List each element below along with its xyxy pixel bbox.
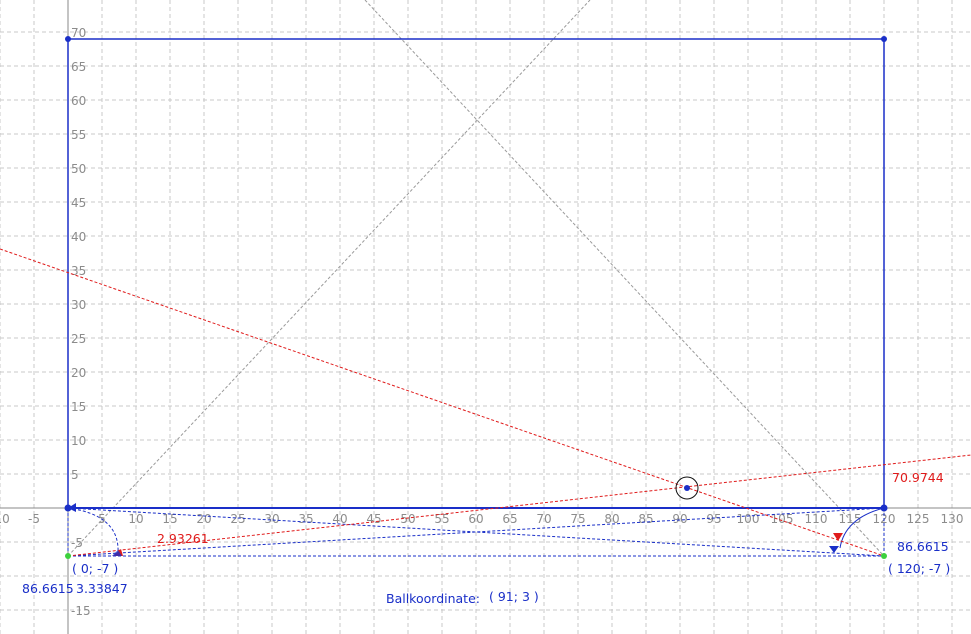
x-tick-label: 125 <box>907 512 930 526</box>
y-tick-label: 15 <box>71 400 86 414</box>
y-tick-label: 65 <box>71 60 86 74</box>
label-point-right: ( 120; -7 ) <box>888 561 950 576</box>
grid <box>0 0 971 634</box>
y-tick-label: 20 <box>71 366 86 380</box>
y-tick-label: 35 <box>71 264 86 278</box>
y-tick-label: 10 <box>71 434 86 448</box>
label-angle-right-red: 70.9744 <box>892 470 944 485</box>
y-tick-label: 45 <box>71 196 86 210</box>
x-tick-label: -5 <box>28 512 40 526</box>
x-tick-label: 10 <box>128 512 143 526</box>
y-tick-label: 5 <box>71 468 79 482</box>
x-tick-label: 60 <box>468 512 483 526</box>
x-tick-label: 90 <box>672 512 687 526</box>
y-tick-label: 55 <box>71 128 86 142</box>
field-corner-bottom-right[interactable] <box>880 504 888 512</box>
y-tick-label: 60 <box>71 94 86 108</box>
x-tick-label: 75 <box>570 512 585 526</box>
field-corner-top-left[interactable] <box>65 36 71 42</box>
label-angle-left-red: 2.93261 <box>157 531 209 546</box>
x-tick-label: -10 <box>0 512 10 526</box>
x-tick-label: 25 <box>230 512 245 526</box>
diagonal-line-1 <box>67 0 591 557</box>
angle-marker-right-red <box>833 533 843 541</box>
y-tick-label: 40 <box>71 230 86 244</box>
tick-labels: -10-551015202530354045505560657075808590… <box>0 26 963 618</box>
y-tick-label: 30 <box>71 298 86 312</box>
x-tick-label: 20 <box>196 512 211 526</box>
x-tick-label: 85 <box>638 512 653 526</box>
x-tick-label: 110 <box>805 512 828 526</box>
label-angle-left-blue: 86.6615 <box>22 581 74 596</box>
x-tick-label: 35 <box>298 512 313 526</box>
y-tick-label: -5 <box>71 536 83 550</box>
axes <box>0 0 971 634</box>
x-tick-label: 30 <box>264 512 279 526</box>
field-corner-bottom-left[interactable] <box>64 504 72 512</box>
angle-marker-right-blue <box>829 546 839 553</box>
ball-coordinate-caption: Ballkoordinate: <box>386 591 480 606</box>
ball-center[interactable] <box>684 485 690 491</box>
y-tick-label: -15 <box>71 604 91 618</box>
geometry-canvas[interactable]: -10-551015202530354045505560657075808590… <box>0 0 971 634</box>
y-tick-label: 50 <box>71 162 86 176</box>
y-tick-label: 25 <box>71 332 86 346</box>
label-angle-left-small: 3.33847 <box>76 581 128 596</box>
y-tick-label: 70 <box>71 26 86 40</box>
x-tick-label: 70 <box>536 512 551 526</box>
label-angle-right-blue: 86.6615 <box>897 539 949 554</box>
field-corner-top-right[interactable] <box>881 36 887 42</box>
diagonal-line-2 <box>364 0 885 557</box>
label-point-left: ( 0; -7 ) <box>72 561 118 576</box>
goal-point-right[interactable] <box>881 553 887 559</box>
x-tick-label: 65 <box>502 512 517 526</box>
ball-coordinate-value: ( 91; 3 ) <box>489 589 539 604</box>
goal-point-left[interactable] <box>65 553 71 559</box>
x-tick-label: 130 <box>941 512 964 526</box>
x-tick-label: 45 <box>366 512 381 526</box>
x-tick-label: 100 <box>737 512 760 526</box>
x-tick-label: 95 <box>706 512 721 526</box>
